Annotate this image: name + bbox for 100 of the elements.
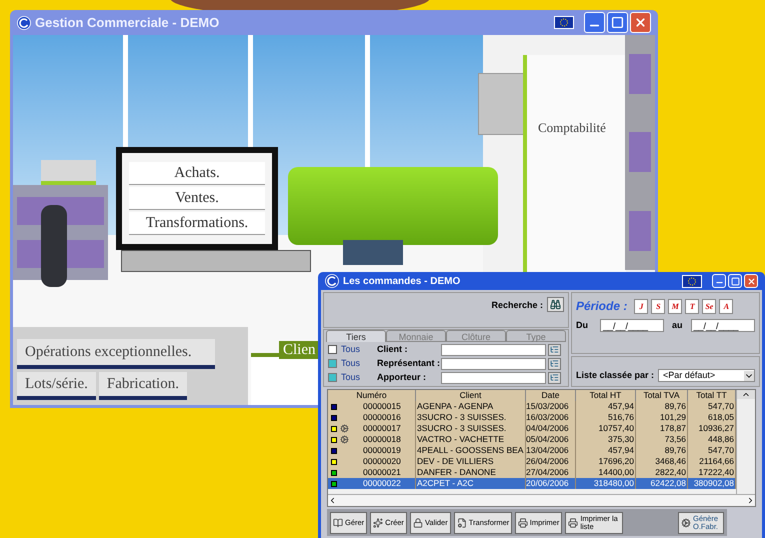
table-cell: 00000015 xyxy=(363,401,401,412)
monitor-menu-item[interactable]: Achats. xyxy=(129,162,265,185)
table-cell: 547,70 xyxy=(708,445,734,456)
table-cell: 448,86 xyxy=(708,434,734,445)
minimize-button[interactable] xyxy=(584,12,605,33)
maximize-icon xyxy=(730,276,740,286)
table-cell: 62422,08 xyxy=(650,478,686,489)
table-cell: 178,87 xyxy=(660,423,686,434)
table-cell: 375,30 xyxy=(608,434,634,445)
table-cell: 547,70 xyxy=(708,401,734,412)
close-button[interactable] xyxy=(630,12,651,33)
table-cell: 27/04/2006 xyxy=(526,467,569,478)
maximize-button[interactable] xyxy=(728,274,742,288)
minimize-button[interactable] xyxy=(712,274,726,288)
table-row[interactable]: 00000016 3SUCRO - 3 SUISSES. 16/03/2006 516,76 101,29 618,05 xyxy=(328,412,736,423)
table-cell: 3SUCRO - 3 SUISSES. xyxy=(417,412,506,423)
app-logo-icon xyxy=(325,274,339,288)
checkbox[interactable] xyxy=(328,345,337,354)
table-cell: 2822,40 xyxy=(655,467,686,478)
checkbox[interactable] xyxy=(328,373,337,382)
table-cell: 380902,08 xyxy=(694,478,734,489)
books-stack-drawing xyxy=(343,240,403,265)
scroll-up-icon[interactable] xyxy=(737,390,755,399)
table-cell: 3SUCRO - 3 SUISSES. xyxy=(417,423,506,434)
sort-label: Liste classée par : xyxy=(576,368,654,382)
flag-icon[interactable] xyxy=(682,274,702,288)
table-cell: 16/03/2006 xyxy=(526,412,569,423)
folder-tab[interactable]: Clien xyxy=(279,341,320,359)
table-cell: 516,76 xyxy=(608,412,634,423)
document-gear-icon xyxy=(456,518,467,528)
table-cell: 89,76 xyxy=(664,401,686,412)
scroll-right-icon[interactable] xyxy=(746,496,755,505)
picker-button[interactable] xyxy=(548,358,561,370)
to-date-field[interactable]: __/__/____ xyxy=(690,319,755,332)
table-cell: 4PEALL - GOOSSENS BEA xyxy=(417,445,524,456)
monitor-menu-item[interactable]: Ventes. xyxy=(129,187,265,210)
table-row[interactable]: 00000015 AGENPA - AGENPA 15/03/2006 457,94 89,76 547,70 xyxy=(328,401,736,412)
period-button[interactable]: J xyxy=(634,298,648,314)
table-cell: 73,56 xyxy=(664,434,686,445)
table-cell: 00000021 xyxy=(363,467,401,478)
binoculars-icon xyxy=(550,299,561,310)
horizontal-scrollbar[interactable] xyxy=(328,494,755,506)
bottom-menu-item[interactable]: Opérations exceptionnelles. xyxy=(17,339,215,369)
table-cell: 618,05 xyxy=(708,412,734,423)
field-label: Client : xyxy=(377,342,408,356)
table-cell: VACTRO - VACHETTE xyxy=(417,434,504,445)
bottom-menu-item[interactable]: Lots/série. xyxy=(17,372,96,400)
scroll-left-icon[interactable] xyxy=(328,496,337,505)
period-button[interactable]: Se xyxy=(702,298,716,314)
table-row[interactable]: 00000020 DEV - DE VILLIERS 26/04/2006 17696,20 3468,46 21164,66 xyxy=(328,456,736,467)
sparkle-icon xyxy=(373,518,384,528)
field-label: Apporteur : xyxy=(377,370,427,384)
table-cell: 318480,00 xyxy=(594,478,634,489)
app-logo-icon xyxy=(17,16,31,30)
flag-icon[interactable] xyxy=(554,16,574,29)
table-cell: 00000020 xyxy=(363,456,401,467)
table-cell: 00000018 xyxy=(363,434,401,445)
list-icon xyxy=(550,345,559,354)
sort-dropdown[interactable]: <Par défaut> xyxy=(658,369,755,382)
table-row[interactable]: 00000022 A2CPET - A2C 20/06/2006 318480,00 62422,08 380902,08 xyxy=(328,478,736,489)
table-row[interactable]: 00000018 VACTRO - VACHETTE 05/04/2006 375,30 73,56 448,86 xyxy=(328,434,736,445)
door-label[interactable]: Comptabilité xyxy=(538,118,606,138)
table-cell: A2CPET - A2C xyxy=(417,478,474,489)
table-row[interactable]: 00000017 3SUCRO - 3 SUISSES. 04/04/2006 10757,40 178,87 10936,27 xyxy=(328,423,736,434)
input-field[interactable] xyxy=(441,372,546,384)
checkbox-label: Tous xyxy=(341,356,362,370)
checkbox-label: Tous xyxy=(341,370,362,384)
period-button[interactable]: A xyxy=(719,298,734,314)
table-cell: 00000016 xyxy=(363,412,401,423)
table-row[interactable]: 00000021 DANFER - DANONE 27/04/2006 14400,00 2822,40 17222,40 xyxy=(328,467,736,478)
table-cell: 457,94 xyxy=(608,401,634,412)
table-cell: 20/06/2006 xyxy=(526,478,569,489)
input-field[interactable] xyxy=(441,344,546,356)
from-date-field[interactable]: __/__/____ xyxy=(600,319,664,332)
monitor-menu-item[interactable]: Transformations. xyxy=(129,212,265,235)
close-button[interactable] xyxy=(744,274,758,288)
table-cell: 13/04/2006 xyxy=(526,445,569,456)
to-label: au xyxy=(672,319,683,332)
table-cell: 21164,66 xyxy=(699,456,734,467)
dropdown-arrow-icon xyxy=(744,370,754,380)
period-button[interactable]: S xyxy=(651,298,666,314)
picker-button[interactable] xyxy=(548,372,561,384)
field-label: Représentant : xyxy=(377,356,441,370)
input-field[interactable] xyxy=(441,358,546,370)
table-row[interactable]: 00000019 4PEALL - GOOSSENS BEA 13/04/2006 457,94 89,76 547,70 xyxy=(328,445,736,456)
bottom-menu-item[interactable]: Fabrication. xyxy=(98,372,187,400)
table-cell: 89,76 xyxy=(664,445,686,456)
window-title: Gestion Commerciale - DEMO xyxy=(35,14,220,32)
table-cell: DEV - DE VILLIERS xyxy=(417,456,494,467)
table-cell: 05/04/2006 xyxy=(526,434,569,445)
tab[interactable]: Tiers xyxy=(326,330,386,342)
table-cell: 101,29 xyxy=(660,412,686,423)
checkbox[interactable] xyxy=(328,359,337,368)
printer-icon xyxy=(518,518,528,528)
picker-button[interactable] xyxy=(548,344,561,356)
search-button[interactable] xyxy=(547,297,564,312)
period-button[interactable]: T xyxy=(685,298,700,314)
vertical-scrollbar[interactable] xyxy=(736,390,755,494)
maximize-button[interactable] xyxy=(607,12,628,33)
period-button[interactable]: M xyxy=(668,298,682,314)
